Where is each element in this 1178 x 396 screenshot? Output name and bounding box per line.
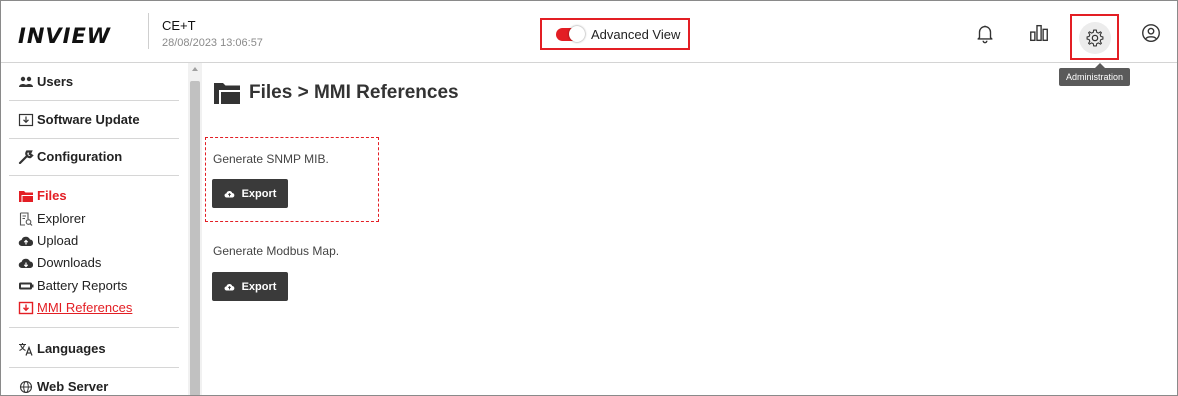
scrollbar-thumb[interactable]	[190, 81, 200, 395]
sidebar-item-configuration[interactable]: Configuration	[18, 149, 122, 164]
sidebar-item-web-server[interactable]: Web Server	[18, 379, 108, 394]
sidebar-item-label: Explorer	[37, 211, 86, 226]
sidebar-item-label: Battery Reports	[37, 278, 128, 293]
users-icon	[19, 76, 33, 87]
top-bar: INVIEW CE+T 28/08/2023 13:06:57 Advanced…	[1, 1, 1177, 63]
export-label: Export	[241, 187, 277, 200]
wrench-icon	[18, 149, 34, 164]
page-title: Files > MMI References	[213, 81, 459, 105]
sidebar-divider	[9, 367, 179, 368]
cloud-upload-icon	[224, 190, 234, 197]
gear-icon	[1086, 29, 1104, 47]
sidebar-item-label: Configuration	[37, 149, 123, 164]
sidebar-item-battery-reports[interactable]: Battery Reports	[18, 278, 127, 293]
cloud-upload-icon	[224, 283, 234, 290]
page-title-text: Files > MMI References	[249, 82, 459, 103]
modbus-map-label: Generate Modbus Map.	[213, 244, 340, 258]
device-name: CE+T	[162, 18, 196, 33]
sidebar-divider	[9, 100, 179, 101]
sidebar-item-downloads[interactable]: Downloads	[18, 255, 101, 270]
export-snmp-button[interactable]: Export	[212, 179, 288, 208]
cloud-upload-icon	[18, 236, 34, 246]
advanced-view-toggle[interactable]: Advanced View	[540, 18, 690, 50]
download-box-icon	[18, 301, 34, 314]
sidebar-item-users[interactable]: Users	[18, 74, 73, 89]
sidebar-item-label: Users	[37, 74, 74, 89]
battery-icon	[19, 282, 34, 289]
scroll-up-arrow[interactable]	[192, 67, 198, 71]
sidebar-item-label: MMI References	[37, 300, 133, 315]
user-icon[interactable]	[1140, 22, 1162, 44]
sidebar-item-upload[interactable]: Upload	[18, 233, 78, 248]
administration-tooltip: Administration	[1059, 63, 1131, 86]
sidebar-divider	[9, 175, 179, 176]
sidebar-item-label: Software Update	[37, 112, 140, 127]
sidebar-item-label: Downloads	[37, 255, 102, 270]
sidebar-item-explorer[interactable]: Explorer	[18, 211, 85, 226]
export-modbus-button[interactable]: Export	[212, 272, 288, 301]
sidebar-item-software-update[interactable]: Software Update	[18, 112, 140, 127]
cloud-download-icon	[18, 258, 34, 268]
globe-icon	[19, 380, 33, 393]
device-time: 28/08/2023 13:06:57	[162, 37, 263, 49]
bell-icon[interactable]	[974, 22, 996, 44]
sidebar-item-label: Languages	[37, 341, 106, 356]
folder-icon	[214, 83, 240, 104]
sidebar-item-files[interactable]: Files	[18, 188, 67, 203]
administration-button[interactable]	[1070, 14, 1119, 60]
sidebar-divider	[9, 138, 179, 139]
sidebar-item-label: Upload	[37, 233, 79, 248]
sidebar-item-label: Web Server	[37, 379, 109, 394]
advanced-view-label: Advanced View	[591, 27, 681, 42]
export-label: Export	[241, 280, 277, 293]
bar-chart-icon[interactable]	[1028, 22, 1050, 44]
file-search-icon	[19, 211, 33, 226]
download-box-icon	[18, 113, 34, 126]
sidebar-item-mmi-references[interactable]: MMI References	[18, 300, 132, 315]
folder-icon	[19, 190, 33, 202]
sidebar-item-label: Files	[37, 188, 67, 203]
translate-icon	[19, 342, 33, 356]
app-window: INVIEW CE+T 28/08/2023 13:06:57 Advanced…	[0, 0, 1178, 396]
sidebar-item-languages[interactable]: Languages	[18, 341, 106, 356]
toggle-switch[interactable]	[556, 26, 585, 42]
sidebar-divider	[9, 327, 179, 328]
snmp-mib-label: Generate SNMP MIB.	[213, 152, 329, 166]
header-divider	[148, 13, 149, 49]
inview-logo[interactable]: INVIEW	[18, 24, 111, 48]
